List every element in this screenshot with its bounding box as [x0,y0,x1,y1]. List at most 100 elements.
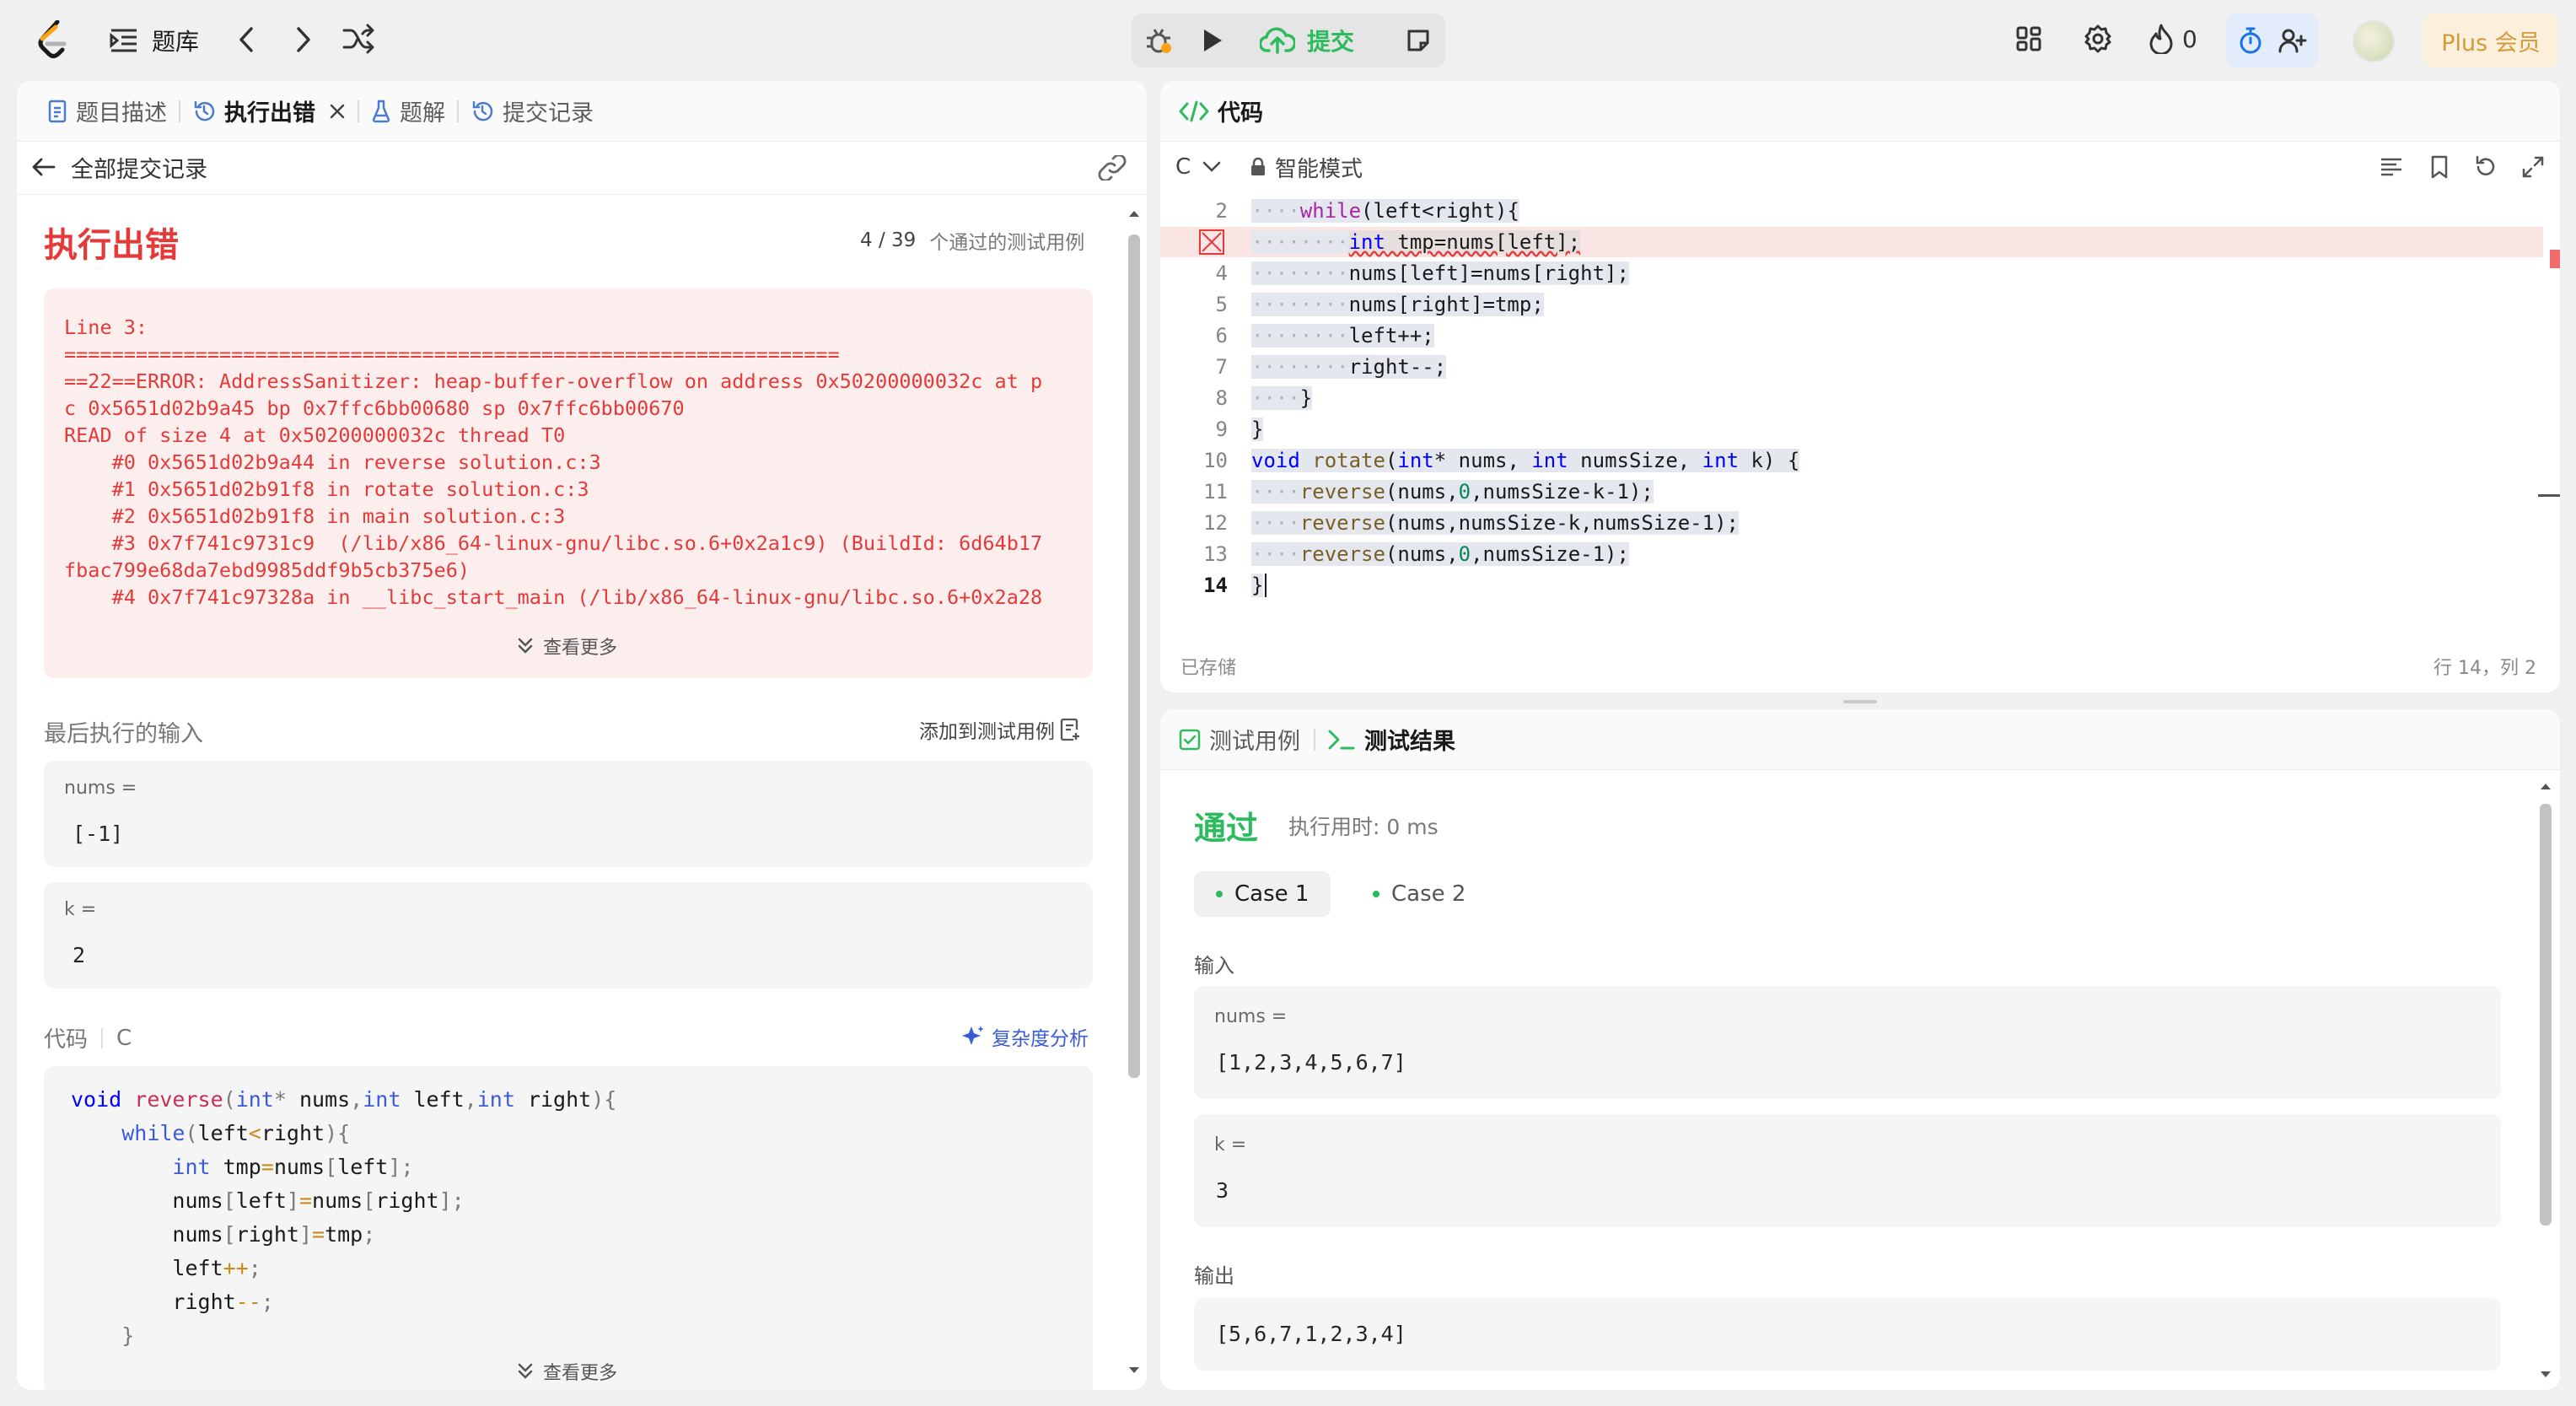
next-problem-icon[interactable] [293,25,314,54]
problem-bank-button[interactable]: 题库 [110,20,199,61]
case-tab-2[interactable]: Case 2 [1351,871,1487,917]
history-icon [471,100,494,123]
submit-button[interactable]: 提交 [1240,13,1374,67]
copy-link-icon[interactable] [1098,155,1127,180]
settings-gear-icon[interactable] [2083,24,2113,54]
input-value: [1,2,3,4,5,6,7] [1216,1050,1406,1075]
code-token: int [1397,449,1434,472]
test-input-k: k = 3 [1194,1114,2501,1227]
play-icon [1201,27,1224,54]
bookmark-icon[interactable] [2430,155,2449,179]
editor-line[interactable]: ········int tmp=nums[left]; [1160,227,2543,257]
streak-counter[interactable]: 0 [2148,24,2197,54]
editor-line[interactable]: 8 ····} [1160,383,2543,413]
code-editor-panel: 代码 C 智能模式 2 ····while(left<right){·······… [1160,81,2560,692]
code-token: [ [363,1188,376,1213]
history-icon [192,100,216,123]
scroll-down-icon[interactable] [2538,1369,2553,1381]
plus-membership-button[interactable]: Plus 会员 [2423,13,2558,67]
layout-icon[interactable] [2015,25,2042,52]
case-tab-1[interactable]: Case 1 [1194,871,1331,917]
code-line: int tmp=nums[left]; [71,1150,616,1184]
tab-code[interactable]: 代码 [1179,81,1263,142]
test-scroll-thumb[interactable] [2540,804,2552,1226]
close-tab-icon[interactable] [329,103,346,120]
editor-line[interactable]: 12 ····reverse(nums,numsSize-k,numsSize-1… [1160,508,2543,538]
line-code: ········nums[right]=tmp; [1251,289,1544,320]
left-scrollbar[interactable] [1127,207,1142,1388]
code-token: tmp [210,1155,261,1179]
indent-guide: ········ [1251,261,1349,285]
tab-runtime-error[interactable]: 执行出错 [180,81,358,142]
vertical-resize-handle[interactable] [1843,700,1877,703]
lang-divider [101,1027,104,1048]
smart-mode-toggle[interactable]: 智能模式 [1250,152,1363,182]
code-token: right [71,1290,236,1314]
timer-button[interactable] [2226,13,2319,67]
code-token: ,numsSize-k-1); [1471,480,1654,504]
editor-line[interactable]: 14} [1160,570,2543,601]
tab-test-result-label: 测试结果 [1364,729,1455,755]
bug-icon [1144,26,1173,55]
editor-line[interactable]: 2 ····while(left<right){ [1160,196,2543,226]
tab-testcases[interactable]: 测试用例 [1179,709,1314,770]
run-button[interactable] [1186,13,1240,67]
test-scrollbar[interactable] [2538,780,2553,1387]
editor-line[interactable]: 5 ········nums[right]=tmp; [1160,289,2543,320]
note-button[interactable] [1391,13,1445,67]
avatar[interactable] [2353,20,2395,62]
last-input-k: k = 2 [44,882,1093,989]
input-name: k = [64,899,97,920]
indent-guide: ········ [1251,230,1349,254]
code-token: nums [273,1155,325,1179]
code-token: right [514,1087,592,1112]
tab-submissions[interactable]: 提交记录 [459,81,605,142]
code-line: } [71,1319,616,1353]
format-code-icon[interactable] [2380,157,2403,177]
editor-line[interactable]: 4 ········nums[left]=nums[right]; [1160,258,2543,288]
leetcode-logo-icon[interactable] [35,20,69,61]
case-label: Case 1 [1234,881,1310,907]
complexity-analysis-button[interactable]: 复杂度分析 [961,1022,1089,1051]
left-scroll-thumb[interactable] [1128,234,1140,1078]
line-number: 14 [1203,574,1228,597]
scroll-down-icon[interactable] [1127,1365,1142,1376]
cursor-scroll-marker [2538,494,2560,497]
line-number: 4 [1215,261,1228,285]
submitted-code: void reverse(int* nums,int left,int righ… [71,1083,616,1353]
tab-description[interactable]: 题目描述 [35,81,179,142]
see-more-code[interactable]: 查看更多 [516,1358,617,1385]
line-number: 11 [1203,480,1228,504]
add-to-testcase-button[interactable]: 添加到测试用例 [919,715,1080,744]
editor-line[interactable]: 10 void rotate(int* nums, int numsSize, i… [1160,445,2543,476]
status-title: 执行出错 [44,226,179,265]
test-output: [5,6,7,1,2,3,4] [1194,1298,2501,1371]
tab-solutions[interactable]: 题解 [359,81,457,142]
line-code: } [1251,414,1264,444]
prev-problem-icon[interactable] [236,25,256,54]
reset-code-icon[interactable] [2474,155,2498,179]
error-scroll-marker [2550,250,2560,268]
debug-button[interactable] [1132,13,1186,67]
left-tabbar: 题目描述 执行出错 题解 提交记录 [17,81,1147,142]
editor-line[interactable]: 13 ····reverse(nums,0,numsSize-1); [1160,539,2543,569]
editor-line[interactable]: 6 ········left++; [1160,321,2543,351]
editor-line[interactable]: 7 ········right--; [1160,352,2543,382]
editor-line[interactable]: 11 ····reverse(nums,0,numsSize-k-1); [1160,477,2543,507]
scroll-up-icon[interactable] [1127,207,1142,219]
code-token: left [235,1188,287,1213]
code-editor[interactable]: 2 ····while(left<right){········int tmp=n… [1160,196,2543,634]
see-more-error[interactable]: 查看更多 [516,633,617,660]
shuffle-icon[interactable] [342,24,374,54]
test-result-panel: 测试用例 测试结果 通过 执行用时: 0 ms Case 1 Case 2 输入… [1160,709,2560,1390]
back-to-submissions[interactable]: 全部提交记录 [32,152,207,183]
editor-line[interactable]: 9} [1160,414,2543,444]
error-line: fbac799e68da7ebd9985ddf9b5cb375e6) [64,558,471,582]
code-token: ; [261,1290,274,1314]
code-lang: C [116,1025,132,1051]
language-select[interactable]: C [1175,152,1221,182]
fullscreen-icon[interactable] [2521,155,2545,179]
tab-test-result[interactable]: 测试结果 [1315,709,1467,770]
document-icon [47,100,67,123]
scroll-up-icon[interactable] [2538,780,2553,792]
